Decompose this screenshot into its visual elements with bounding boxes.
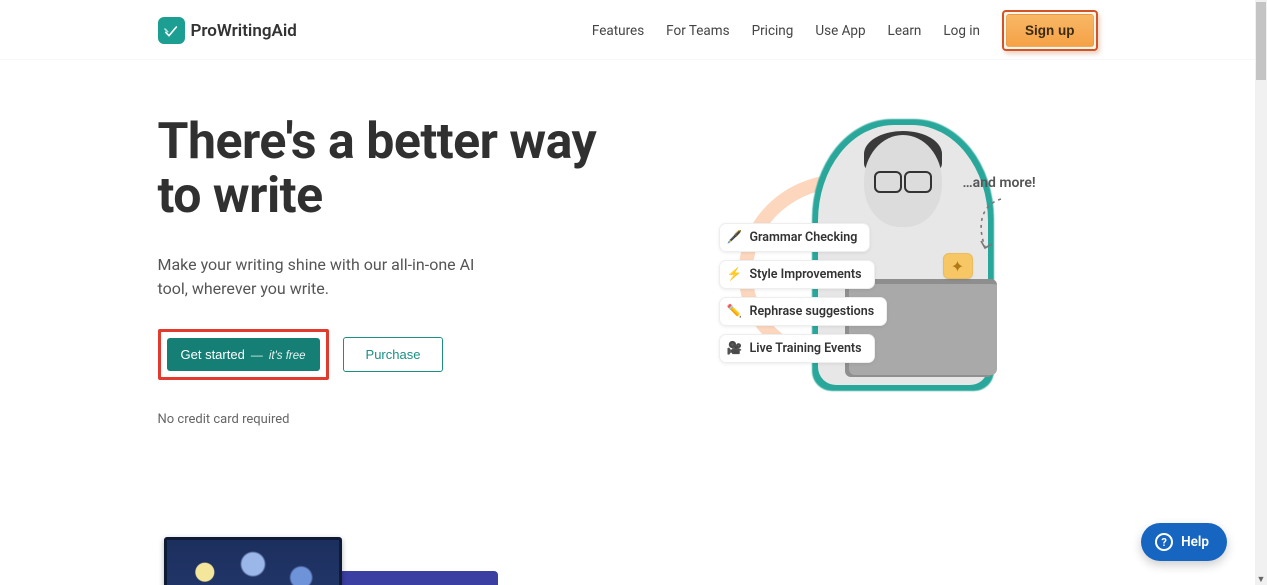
- feature-pill-grammar: 🖋️ Grammar Checking: [719, 223, 871, 252]
- top-nav: Features For Teams Pricing Use App Learn…: [592, 10, 1098, 51]
- camera-icon: 🎥: [728, 341, 742, 356]
- get-started-label: Get started: [181, 347, 245, 362]
- purchase-button[interactable]: Purchase: [343, 337, 444, 372]
- page-scroll[interactable]: ProWritingAid Features For Teams Pricing…: [0, 0, 1255, 585]
- hero-title: There's a better way to write: [158, 115, 613, 223]
- feature-pill-rephrase: ✏️ Rephrase suggestions: [719, 297, 888, 326]
- feature-pill-label: Style Improvements: [750, 267, 862, 282]
- nav-log-in[interactable]: Log in: [943, 23, 980, 39]
- pencil-icon: ✏️: [728, 304, 742, 319]
- brand[interactable]: ProWritingAid: [158, 17, 297, 44]
- feature-pill-style: ⚡ Style Improvements: [719, 260, 875, 289]
- site-header: ProWritingAid Features For Teams Pricing…: [0, 0, 1255, 60]
- and-more-arrow-icon: [971, 195, 1011, 255]
- hero-illustration: ✦ …and more! 🖋️ Grammar Checking ⚡: [643, 115, 1098, 427]
- brand-name: ProWritingAid: [191, 21, 297, 41]
- art-starry-night-canvas: [164, 537, 342, 585]
- sparkle-icon: ✦: [943, 253, 973, 279]
- hero-subtitle: Make your writing shine with our all-in-…: [158, 253, 488, 301]
- feature-pill-training: 🎥 Live Training Events: [719, 334, 875, 363]
- nav-learn[interactable]: Learn: [888, 23, 922, 39]
- nav-use-app[interactable]: Use App: [815, 23, 865, 39]
- feature-pill-label: Live Training Events: [750, 341, 862, 356]
- feature-pill-label: Grammar Checking: [750, 230, 858, 245]
- help-label: Help: [1181, 534, 1209, 550]
- cta-row: Get started — it's free Purchase: [158, 329, 613, 380]
- feature-pill-label: Rephrase suggestions: [750, 304, 875, 319]
- get-started-dash: —: [251, 348, 263, 362]
- and-more-label: …and more!: [963, 175, 1036, 191]
- scrollbar-thumb[interactable]: [1256, 2, 1266, 80]
- hero-section: There's a better way to write Make your …: [128, 60, 1128, 427]
- nav-pricing[interactable]: Pricing: [752, 23, 794, 39]
- get-started-free-note: it's free: [269, 350, 306, 362]
- scroll-down-arrow-icon[interactable]: ▼: [1255, 573, 1267, 585]
- brand-logo-icon: [158, 17, 185, 44]
- help-icon: ?: [1155, 533, 1173, 551]
- nav-features[interactable]: Features: [592, 23, 644, 39]
- get-started-highlight-callout: Get started — it's free: [158, 329, 329, 380]
- signup-button[interactable]: Sign up: [1006, 14, 1094, 47]
- art-amateur-canvas: [338, 571, 498, 585]
- bolt-icon: ⚡: [728, 267, 742, 282]
- starry-night-art: [158, 537, 518, 585]
- get-started-button[interactable]: Get started — it's free: [167, 338, 320, 371]
- vertical-scrollbar[interactable]: ▲ ▼: [1255, 0, 1267, 585]
- help-widget-button[interactable]: ? Help: [1141, 523, 1227, 561]
- hero-copy: There's a better way to write Make your …: [158, 115, 613, 427]
- pen-icon: 🖋️: [728, 230, 742, 245]
- section-writing-lets-you-down: Do you feel like your writing lets you d…: [128, 537, 1128, 585]
- feature-pill-list: 🖋️ Grammar Checking ⚡ Style Improvements…: [719, 223, 888, 363]
- cta-footnote: No credit card required: [158, 412, 613, 427]
- signup-highlight-callout: Sign up: [1002, 10, 1098, 51]
- nav-for-teams[interactable]: For Teams: [666, 23, 729, 39]
